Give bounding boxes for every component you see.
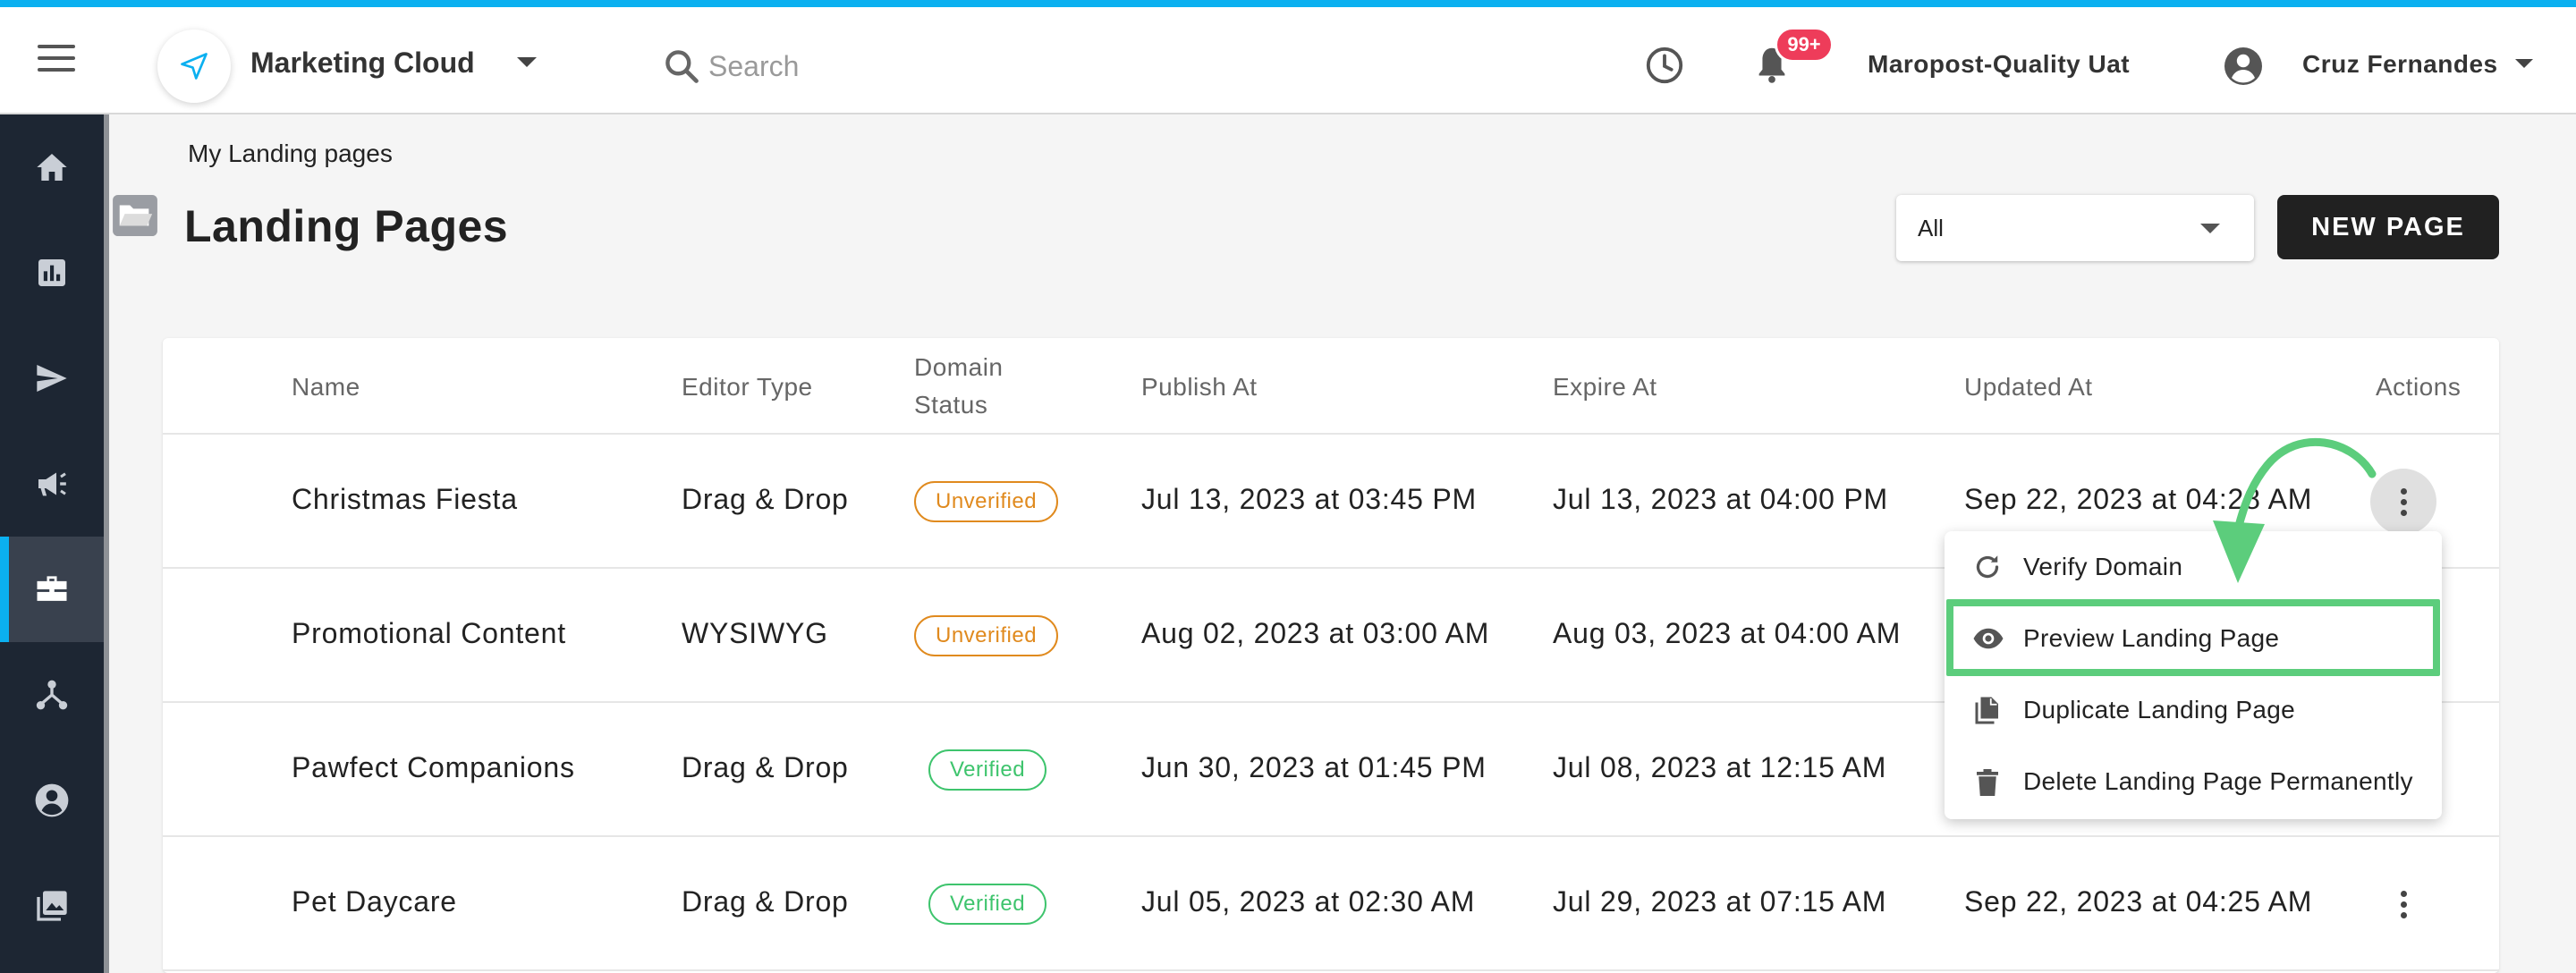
row-expire-at: Aug 03, 2023 at 04:00 AM [1553,617,1902,649]
row-name[interactable]: Christmas Fiesta [292,483,518,516]
reports-icon [38,259,65,286]
filter-select[interactable]: All [1896,195,2254,261]
copy-icon [1975,697,1998,724]
row-publish-at: Jun 30, 2023 at 01:45 PM [1141,751,1487,783]
menu-item-label: Duplicate Landing Page [2023,696,2295,723]
row-editor-type: WYSIWYG [682,617,828,649]
gallery-icon [37,891,67,921]
sidebar-item-gallery[interactable] [0,853,104,959]
folder-open-icon [113,195,157,236]
sidebar-item-send[interactable] [0,326,104,431]
sidebar [0,114,109,973]
row-editor-type: Drag & Drop [682,751,849,783]
app-switcher-caret-icon[interactable] [517,57,537,67]
row-publish-at: Jul 13, 2023 at 03:45 PM [1141,483,1477,515]
row-expire-at: Jul 13, 2023 at 04:00 PM [1553,483,1888,515]
eye-icon [1973,628,2004,649]
briefcase-icon [37,576,67,601]
navigation-arrow-icon [181,53,208,80]
journey-icon [36,680,68,710]
menu-item-delete-landing-page[interactable]: Delete Landing Page Permanently [1945,746,2442,817]
domain-status-badge: Verified [928,884,1047,925]
account-name: Maropost-Quality Uat [1868,50,2131,78]
dropdown-caret-icon [2200,224,2220,233]
history-clock-icon[interactable] [1644,45,1685,86]
contacts-icon [35,783,69,817]
user-name[interactable]: Cruz Fernandes [2302,50,2498,79]
sidebar-item-journeys[interactable] [0,642,104,748]
breadcrumb[interactable]: My Landing pages [188,140,393,168]
row-name[interactable]: Pet Daycare [292,885,457,918]
filter-value: All [1918,215,1944,241]
annotation-arrow-icon [2213,437,2377,583]
sidebar-item-contacts[interactable] [0,748,104,853]
sidebar-item-home[interactable] [0,114,104,220]
menu-item-preview-landing-page[interactable]: Preview Landing Page [1945,603,2442,674]
row-name[interactable]: Promotional Content [292,617,566,650]
search-input[interactable] [708,43,1084,89]
row-publish-at: Aug 02, 2023 at 03:00 AM [1141,617,1490,649]
menu-item-label: Delete Landing Page Permanently [2023,767,2413,795]
column-header-updated-at[interactable]: Updated At [1964,368,2093,406]
row-editor-type: Drag & Drop [682,483,849,515]
page-title: Landing Pages [184,201,509,251]
row-publish-at: Jul 05, 2023 at 02:30 AM [1141,885,1476,918]
campaign-icon [38,472,66,496]
menu-item-duplicate-landing-page[interactable]: Duplicate Landing Page [1945,674,2442,746]
new-page-button[interactable]: NEW PAGE [2277,195,2499,259]
table-header: Name Editor Type Domain Status Publish A… [163,338,2499,435]
row-editor-type: Drag & Drop [682,885,849,918]
menu-item-label: Preview Landing Page [2023,624,2280,652]
notification-count-badge: 99+ [1775,27,1834,63]
home-icon [37,154,67,181]
top-header: Marketing Cloud 99+ Maropost-Quality Uat… [0,7,2576,114]
row-expire-at: Jul 08, 2023 at 12:15 AM [1553,751,1887,783]
domain-status-badge: Verified [928,749,1047,791]
user-avatar-icon[interactable] [2222,45,2265,88]
column-header-expire-at[interactable]: Expire At [1553,368,1657,406]
more-actions-icon[interactable] [2370,871,2436,937]
column-header-actions: Actions [2376,373,2462,401]
column-header-name[interactable]: Name [292,368,360,406]
column-header-domain-status-line1[interactable]: Domain [914,349,1003,386]
sidebar-item-landing-pages[interactable] [0,537,104,642]
search-icon[interactable] [662,47,701,86]
user-menu-caret-icon[interactable] [2515,59,2533,68]
table-row[interactable]: Pet Daycare Drag & Drop Verified Jul 05,… [163,837,2499,971]
app-logo[interactable] [157,30,231,103]
row-updated-at: Sep 22, 2023 at 04:25 AM [1964,885,2313,918]
menu-item-label: Verify Domain [2023,553,2183,580]
send-icon [37,365,67,392]
row-name[interactable]: Pawfect Companions [292,751,575,784]
app-name[interactable]: Marketing Cloud [250,47,475,80]
domain-status-badge: Unverified [914,615,1059,656]
top-accent-bar [0,0,2576,7]
domain-status-badge: Unverified [914,481,1059,522]
sidebar-item-campaigns[interactable] [0,431,104,537]
sidebar-item-reports[interactable] [0,220,104,326]
row-expire-at: Jul 29, 2023 at 07:15 AM [1553,885,1887,918]
column-header-publish-at[interactable]: Publish At [1141,368,1258,406]
trash-icon [1977,769,1998,796]
column-header-editor-type[interactable]: Editor Type [682,368,813,406]
refresh-icon [1976,555,1999,579]
menu-icon[interactable] [38,45,75,75]
column-header-domain-status-line2[interactable]: Status [914,386,987,424]
